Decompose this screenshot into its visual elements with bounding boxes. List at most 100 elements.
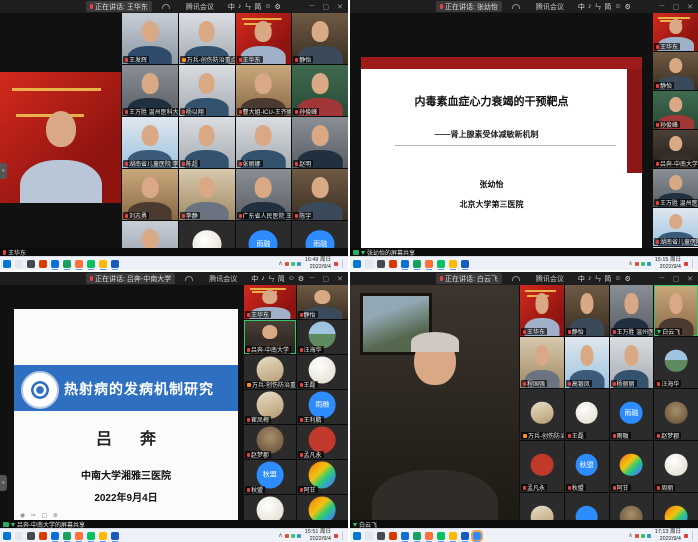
word-icon[interactable] [111,532,119,540]
tray-app-icon[interactable] [641,262,645,266]
ime-sound-icon[interactable]: ♪ [261,275,265,282]
tray-app-icon[interactable] [285,262,289,266]
search-icon[interactable] [365,260,373,268]
participant-tile[interactable]: 万兵-创伤防治重点实验室 [520,389,564,440]
tray-network-icon[interactable] [647,534,651,538]
ime-emoji-icon[interactable]: ☺ [288,275,295,282]
participant-tile[interactable]: 吕奔-中南大学 [244,320,296,354]
edge-browser-icon[interactable] [401,260,409,268]
taskbar-clock[interactable]: 17:13 周日 2022/9/4 [655,529,681,541]
participant-tile[interactable]: 雨融王利鹏 [297,390,349,424]
taskbar-clock[interactable]: 15:51 周日 2022/9/4 [305,529,331,541]
edge-browser-icon[interactable] [401,532,409,540]
participant-tile[interactable]: 秋盟秋盟 [565,441,609,492]
input-method-bar[interactable]: 中 ♪ ㄣ 简 ☺ ⚙ [228,2,281,12]
file-explorer-icon[interactable] [99,532,107,540]
participant-tile[interactable]: 赵梦郡 [654,389,698,440]
ime-pen-icon[interactable]: ㄣ [594,2,601,12]
search-icon[interactable] [15,260,23,268]
close-button[interactable]: ✕ [687,3,693,11]
ime-settings-icon[interactable]: ⚙ [625,275,631,283]
participant-tile[interactable]: 湖南省儿童医院 李智 [122,117,178,168]
participant-tile[interactable]: 王华东 [236,13,292,64]
tray-network-icon[interactable] [297,262,301,266]
task-view-icon[interactable] [27,532,35,540]
tray-app-icon[interactable] [641,534,645,538]
ime-simplified-icon[interactable]: 简 [254,2,261,12]
participant-tile[interactable]: 陈宇 [292,169,348,220]
participant-tile[interactable]: 秋盟秋盟 [244,460,296,494]
ime-pen-icon[interactable]: ㄣ [268,274,275,284]
tray-app-icon[interactable] [635,534,639,538]
notification-badge[interactable] [684,534,688,538]
participant-tile[interactable]: 静怡 [653,52,698,90]
annotation-toolbar[interactable]: ◉ ✑ ▢ ⊕ [20,512,60,519]
maximize-button[interactable]: ▢ [323,275,330,283]
ime-emoji-icon[interactable]: ☺ [614,3,621,10]
participant-tile[interactable] [520,493,564,520]
participant-tile[interactable]: 吕奔-中南大学 [653,130,698,168]
tencent-meeting-icon[interactable] [473,532,481,540]
task-view-icon[interactable] [27,260,35,268]
tray-app-icon[interactable] [635,262,639,266]
close-button[interactable]: ✕ [337,3,343,11]
start-icon[interactable] [353,260,361,268]
firefox-browser-icon[interactable] [425,532,433,540]
participant-tile[interactable]: 杨以翔 [179,65,235,116]
participant-tile[interactable]: 杨丽丽 [610,337,654,388]
input-method-bar[interactable]: 中 ♪ ㄣ 简 ☺ ⚙ [251,274,304,284]
input-method-bar[interactable]: 中 ♪ ㄣ 简 ☺ ⚙ [578,2,631,12]
task-view-icon[interactable] [377,260,385,268]
ime-mode-icon[interactable]: 中 [578,2,585,12]
minimize-button[interactable]: ─ [660,275,665,282]
maximize-button[interactable]: ▢ [673,3,680,11]
ime-settings-icon[interactable]: ⚙ [275,3,281,11]
store-icon[interactable] [39,260,47,268]
participant-tile[interactable]: 刘志勇 [122,169,178,220]
notification-badge[interactable] [684,262,688,266]
participant-tile[interactable]: 汪海华 [654,337,698,388]
qq-browser-icon[interactable] [63,532,71,540]
word-icon[interactable] [111,260,119,268]
participant-tile[interactable]: 王万胜 温州医科大学 [653,169,698,207]
participant-tile[interactable] [654,493,698,520]
word-icon[interactable] [461,532,469,540]
task-view-icon[interactable] [377,532,385,540]
notification-badge[interactable] [334,262,338,266]
participant-tile[interactable]: 王磊 [297,355,349,389]
wechat-icon[interactable] [87,260,95,268]
ime-simplified-icon[interactable]: 简 [604,2,611,12]
word-icon[interactable] [461,260,469,268]
search-icon[interactable] [365,532,373,540]
minimize-button[interactable]: ─ [660,3,665,10]
ime-mode-icon[interactable]: 中 [228,2,235,12]
close-button[interactable]: ✕ [687,275,693,283]
participant-tile[interactable]: 张丽娜 [236,117,292,168]
ime-mode-icon[interactable]: 中 [251,274,258,284]
participant-tile[interactable]: 湖南省儿童医院 李智 [653,208,698,246]
participant-tile[interactable]: 雨融雨融 [610,389,654,440]
participant-tile[interactable]: 王华东 [244,285,296,319]
ime-settings-icon[interactable]: ⚙ [298,275,304,283]
participant-tile[interactable]: 陈超 [179,117,235,168]
participant-tile[interactable]: 雨融雨融 [236,221,292,248]
tray-app-icon[interactable] [285,534,289,538]
file-explorer-icon[interactable] [449,532,457,540]
edge-browser-icon[interactable] [51,532,59,540]
participant-tile[interactable]: 静怡 [292,13,348,64]
maximize-button[interactable]: ▢ [673,275,680,283]
participant-tile[interactable]: 阿甘 [297,460,349,494]
participant-tile[interactable]: 汪海华 [297,320,349,354]
file-explorer-icon[interactable] [449,260,457,268]
edge-browser-icon[interactable] [51,260,59,268]
ime-sound-icon[interactable]: ♪ [588,275,592,282]
maximize-button[interactable]: ▢ [323,3,330,11]
store-icon[interactable] [389,260,397,268]
firefox-browser-icon[interactable] [425,260,433,268]
ime-mode-icon[interactable]: 中 [578,274,585,284]
panel-handle[interactable]: ≡ [0,475,7,491]
participant-tile[interactable]: 王华东 [520,285,564,336]
participant-tile[interactable]: 高银凤 [565,337,609,388]
qq-browser-icon[interactable] [63,260,71,268]
participant-tile[interactable]: 静怡 [297,285,349,319]
